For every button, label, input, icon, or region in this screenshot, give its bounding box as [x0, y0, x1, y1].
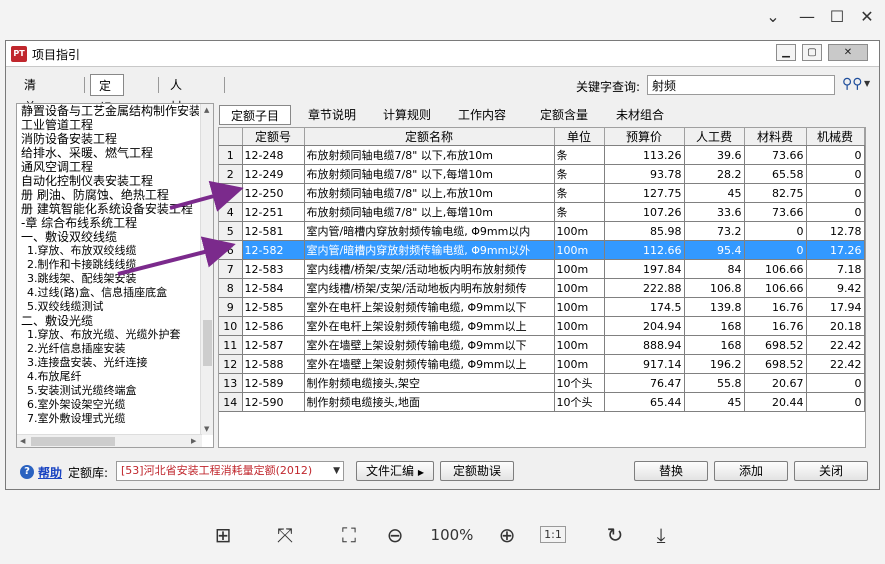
actual-size-icon[interactable]: 1:1: [538, 520, 568, 550]
annotation-arrow-2: [117, 236, 236, 276]
zoom-out-icon[interactable]: ⊖: [380, 520, 410, 550]
zoom-in-icon[interactable]: ⊕: [492, 520, 522, 550]
download-icon[interactable]: ⤓: [646, 520, 676, 550]
fullscreen-icon[interactable]: ⛶: [334, 520, 364, 550]
zoom-level: 100%: [430, 526, 474, 544]
rotate-icon[interactable]: ↻: [600, 520, 630, 550]
annotation-arrows: [117, 180, 244, 276]
fit-screen-icon[interactable]: ⤧: [270, 520, 300, 550]
annotation-arrow-1: [169, 180, 244, 212]
thumbnails-icon[interactable]: ⊞: [208, 520, 238, 550]
viewer-toolbar: ⊞ ⤧ ⛶ ⊖ 100% ⊕ 1:1 ↻ ⤓: [0, 508, 885, 564]
actual-size-label: 1:1: [540, 526, 566, 543]
